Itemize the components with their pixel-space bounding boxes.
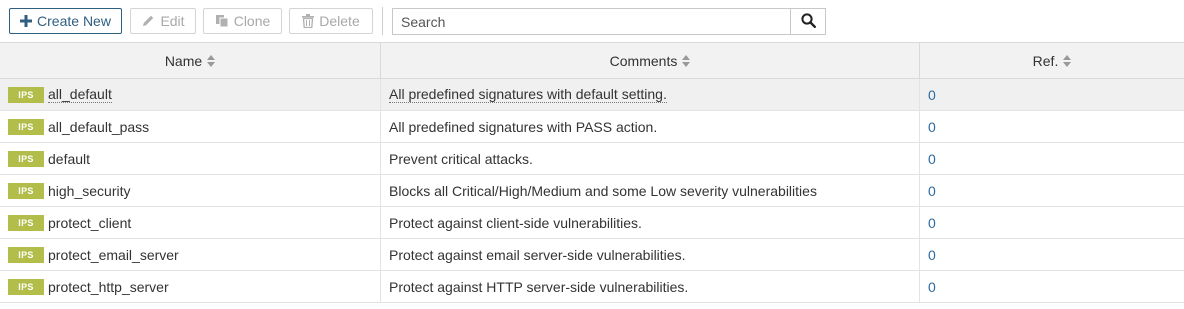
- search-icon: [800, 12, 816, 31]
- search-input[interactable]: [393, 9, 790, 34]
- column-header-label: Ref.: [1032, 52, 1059, 69]
- create-new-button[interactable]: Create New: [9, 8, 122, 34]
- profile-comment: Protect against HTTP server-side vulnera…: [389, 278, 689, 295]
- ips-badge: IPS: [8, 86, 44, 103]
- column-header-comments[interactable]: Comments: [380, 43, 919, 78]
- sort-icon: [682, 54, 691, 67]
- column-header-label: Comments: [609, 52, 678, 69]
- profile-name: protect_http_server: [48, 278, 169, 295]
- profile-name: high_security: [48, 182, 131, 199]
- profiles-table: Name Comments Ref. IPS all_default All pr…: [0, 42, 1184, 303]
- comment-cell: Protect against email server-side vulner…: [380, 239, 919, 270]
- table-row[interactable]: IPS protect_http_server Protect against H…: [0, 271, 1184, 303]
- toolbar-divider: [382, 7, 383, 35]
- table-row[interactable]: IPS all_default All predefined signatures…: [0, 79, 1184, 111]
- name-cell: IPS all_default: [0, 79, 380, 110]
- profile-name: protect_client: [48, 214, 132, 231]
- name-cell: IPS protect_email_server: [0, 239, 380, 270]
- ips-badge: IPS: [8, 150, 44, 167]
- table-row[interactable]: IPS default Prevent critical attacks. 0: [0, 143, 1184, 175]
- name-cell: IPS high_security: [0, 175, 380, 206]
- table-row[interactable]: IPS protect_client Protect against client…: [0, 207, 1184, 239]
- ips-badge: IPS: [8, 278, 44, 295]
- toolbar: Create New Edit Clone Delete: [0, 0, 1184, 42]
- ref-count-link[interactable]: 0: [928, 151, 936, 167]
- comment-cell: Protect against HTTP server-side vulnera…: [380, 271, 919, 302]
- plus-icon: [20, 15, 33, 27]
- delete-button[interactable]: Delete: [289, 8, 373, 34]
- profile-name: all_default_pass: [48, 118, 150, 135]
- ref-count-link[interactable]: 0: [928, 279, 936, 295]
- table-row[interactable]: IPS all_default_pass All predefined signa…: [0, 111, 1184, 143]
- ref-count-link[interactable]: 0: [928, 87, 936, 103]
- comment-cell: Blocks all Critical/High/Medium and some…: [380, 175, 919, 206]
- table-row[interactable]: IPS high_security Blocks all Critical/Hig…: [0, 175, 1184, 207]
- name-cell: IPS protect_client: [0, 207, 380, 238]
- profile-comment: All predefined signatures with default s…: [389, 85, 667, 103]
- ips-badge: IPS: [8, 182, 44, 199]
- profile-name: all_default: [48, 85, 112, 103]
- table-row[interactable]: IPS protect_email_server Protect against …: [0, 239, 1184, 271]
- trash-icon: [302, 14, 315, 28]
- sort-icon: [207, 54, 216, 67]
- ref-cell: 0: [919, 239, 1184, 270]
- ref-cell: 0: [919, 79, 1184, 110]
- name-cell: IPS default: [0, 143, 380, 174]
- name-cell: IPS all_default_pass: [0, 111, 380, 142]
- edit-label: Edit: [160, 13, 185, 29]
- sort-icon: [1063, 54, 1072, 67]
- ref-count-link[interactable]: 0: [928, 247, 936, 263]
- ref-cell: 0: [919, 143, 1184, 174]
- search-button[interactable]: [790, 9, 825, 34]
- ref-cell: 0: [919, 175, 1184, 206]
- profile-comment: Protect against email server-side vulner…: [389, 246, 686, 263]
- profile-comment: All predefined signatures with PASS acti…: [389, 118, 658, 135]
- comment-cell: Prevent critical attacks.: [380, 143, 919, 174]
- profile-comment: Blocks all Critical/High/Medium and some…: [389, 182, 817, 199]
- clone-button[interactable]: Clone: [203, 8, 282, 34]
- ref-cell: 0: [919, 207, 1184, 238]
- comment-cell: Protect against client-side vulnerabilit…: [380, 207, 919, 238]
- pencil-icon: [141, 14, 155, 28]
- ref-count-link[interactable]: 0: [928, 215, 936, 231]
- ref-cell: 0: [919, 271, 1184, 302]
- column-header-name[interactable]: Name: [0, 43, 380, 78]
- delete-label: Delete: [319, 13, 360, 29]
- ips-badge: IPS: [8, 246, 44, 263]
- edit-button[interactable]: Edit: [130, 8, 196, 34]
- create-new-label: Create New: [37, 13, 111, 29]
- search-box: [392, 8, 826, 35]
- ref-count-link[interactable]: 0: [928, 119, 936, 135]
- column-header-label: Name: [164, 52, 203, 69]
- ref-count-link[interactable]: 0: [928, 183, 936, 199]
- comment-cell: All predefined signatures with PASS acti…: [380, 111, 919, 142]
- profile-name: default: [48, 150, 91, 167]
- copy-icon: [215, 14, 229, 28]
- name-cell: IPS protect_http_server: [0, 271, 380, 302]
- column-header-ref[interactable]: Ref.: [919, 43, 1184, 78]
- ref-cell: 0: [919, 111, 1184, 142]
- profile-comment: Protect against client-side vulnerabilit…: [389, 214, 642, 231]
- clone-label: Clone: [233, 13, 271, 29]
- ips-badge: IPS: [8, 118, 44, 135]
- comment-cell: All predefined signatures with default s…: [380, 79, 919, 110]
- profile-name: protect_email_server: [48, 246, 179, 263]
- table-header: Name Comments Ref.: [0, 42, 1184, 79]
- ips-badge: IPS: [8, 214, 44, 231]
- profile-comment: Prevent critical attacks.: [389, 150, 533, 167]
